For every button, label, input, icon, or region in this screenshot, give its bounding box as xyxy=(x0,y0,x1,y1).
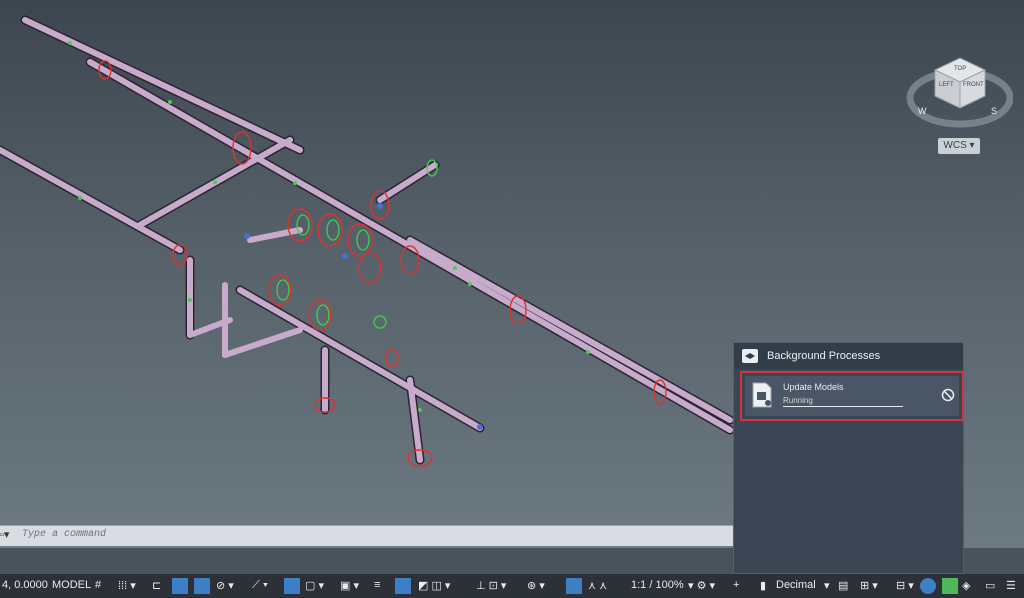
process-item[interactable]: Update Models Running xyxy=(740,371,964,421)
command-input[interactable]: Type a command xyxy=(22,529,106,540)
units-dropdown[interactable]: Decimal xyxy=(776,579,816,591)
object-snap-icon[interactable]: ▢ ▾ xyxy=(305,579,324,592)
status-bar: 4, 0.0000 MODEL # ⁞⁞⁞ ▾ ⊏ ⊘ ▾ ⟋ ▾ ▢ ▾ ▣ … xyxy=(0,574,1024,598)
units-dropdown-chevron-icon[interactable]: ▾ xyxy=(824,579,830,592)
process-progress-bar xyxy=(783,406,903,407)
process-status: Running xyxy=(783,396,813,405)
dynamic-ucs-icon[interactable]: ⊥ ⊡ ▾ xyxy=(476,579,506,592)
snap-icon[interactable]: ⁞⁞⁞ ▾ xyxy=(118,579,136,592)
wcs-menu[interactable]: WCS ▾ xyxy=(938,138,980,154)
annotation-monitor-icon[interactable]: + xyxy=(733,579,739,591)
object-snap-tracking-icon[interactable] xyxy=(284,578,300,594)
command-line[interactable]: ▫▾ Type a command xyxy=(0,525,733,546)
selection-filter-icon[interactable]: ⊛ ▾ xyxy=(527,579,545,592)
customization-menu-icon[interactable]: ☰ xyxy=(1006,579,1016,592)
workspace-switching-icon[interactable]: ▾ ⚙ ▾ xyxy=(688,579,715,592)
viewcube-top-label[interactable]: TOP xyxy=(954,66,966,72)
compass-south-label[interactable]: S xyxy=(991,106,997,116)
process-name: Update Models xyxy=(783,382,844,392)
command-line-close-icon[interactable]: ▫▾ xyxy=(0,528,12,542)
panel-header: Background Processes xyxy=(734,343,963,369)
panel-title: Background Processes xyxy=(767,350,881,362)
dynamic-input-icon[interactable] xyxy=(172,578,188,594)
coordinates-readout[interactable]: 4, 0.0000 xyxy=(2,579,48,591)
3d-object-snap-icon[interactable]: ◩ ◫ ▾ xyxy=(418,579,450,592)
model-file-icon xyxy=(752,382,772,408)
fullscreen-icon[interactable]: ▭ xyxy=(985,579,995,592)
viewcube-front-label[interactable]: FRONT xyxy=(963,82,984,88)
auto-scale-icon[interactable]: ⋏ ⋏ xyxy=(588,579,607,592)
grid-icon[interactable]: # xyxy=(95,579,101,591)
annotation-scale[interactable]: 1:1 / 100% xyxy=(631,579,684,591)
units-icon[interactable]: ▮ xyxy=(760,579,766,592)
polar-tracking-icon[interactable]: ⊘ ▾ xyxy=(216,579,234,592)
hardware-acceleration-icon[interactable] xyxy=(920,578,936,594)
background-processes-icon[interactable] xyxy=(942,578,958,594)
clean-screen-icon[interactable]: ◈ xyxy=(962,579,970,592)
selection-cycling-icon[interactable] xyxy=(395,578,411,594)
transparency-icon[interactable]: ≡ xyxy=(374,579,380,591)
lineweight-icon[interactable]: ▣ ▾ xyxy=(340,579,359,592)
viewcube-left-label[interactable]: LEFT xyxy=(939,82,954,88)
background-processes-panel: Background Processes Update Models Runni… xyxy=(733,342,964,574)
wcs-label: WCS xyxy=(943,140,967,151)
background-processes-icon xyxy=(742,349,758,363)
quick-properties-icon[interactable]: ▤ xyxy=(838,579,848,592)
annotation-visibility-icon[interactable] xyxy=(566,578,582,594)
compass-west-label[interactable]: W xyxy=(918,106,927,116)
isolate-objects-icon[interactable]: ⊟ ▾ xyxy=(896,579,914,592)
isodraft-icon[interactable]: ⟋ ▾ xyxy=(252,579,268,592)
lock-ui-icon[interactable]: ⊞ ▾ xyxy=(860,579,878,592)
cancel-icon[interactable] xyxy=(941,388,955,402)
ortho-icon[interactable] xyxy=(194,578,210,594)
model-space-button[interactable]: MODEL xyxy=(52,579,91,591)
viewcube[interactable]: TOP LEFT FRONT W S xyxy=(905,40,1014,130)
infer-constraints-icon[interactable]: ⊏ xyxy=(152,579,161,592)
